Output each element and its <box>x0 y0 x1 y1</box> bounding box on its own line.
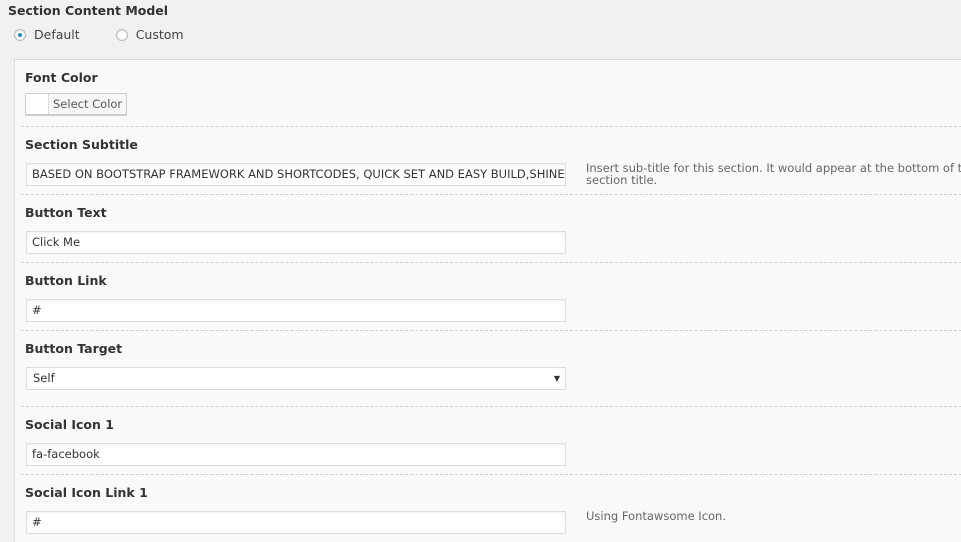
field-section-subtitle: Section Subtitle BASED ON BOOTSTRAP FRAM… <box>21 127 961 195</box>
field-button-target: Button Target Self ▼ <box>21 331 961 407</box>
select-color-label: Select Color <box>53 97 123 111</box>
section-subtitle-help-line-2: section title. <box>586 173 658 187</box>
field-button-text: Button Text Click Me <box>21 195 961 263</box>
radio-default-label: Default <box>34 27 80 42</box>
social-icon-1-input[interactable]: fa-facebook <box>26 443 566 466</box>
button-target-select[interactable]: Self ▼ <box>26 367 566 390</box>
color-swatch <box>26 94 49 114</box>
font-color-label: Font Color <box>25 70 98 85</box>
social-icon-link-1-label: Social Icon Link 1 <box>25 485 148 500</box>
field-button-link: Button Link # <box>21 263 961 331</box>
button-text-input[interactable]: Click Me <box>26 231 566 254</box>
button-text-label: Button Text <box>25 205 107 220</box>
social-icon-1-label: Social Icon 1 <box>25 417 114 432</box>
radio-custom[interactable]: Custom <box>115 27 184 42</box>
dropdown-arrow-icon: ▼ <box>553 374 560 383</box>
content-model-radio-group: Default Custom <box>14 27 220 42</box>
section-subtitle-help: Insert sub-title for this section. It wo… <box>586 162 961 186</box>
field-font-color: Font Color Select Color <box>21 60 961 127</box>
section-content-model-title: Section Content Model <box>8 3 169 18</box>
radio-custom-label: Custom <box>135 27 184 42</box>
default-settings-panel: Font Color Select Color Section Subtitle… <box>14 59 961 542</box>
section-subtitle-input[interactable]: BASED ON BOOTSTRAP FRAMEWORK AND SHORTCO… <box>26 163 566 186</box>
social-icon-link-1-help: Using Fontawsome Icon. <box>586 509 726 523</box>
button-link-label: Button Link <box>25 273 107 288</box>
button-target-label: Button Target <box>25 341 123 356</box>
field-social-icon-1: Social Icon 1 fa-facebook <box>21 407 961 475</box>
select-color-button[interactable]: Select Color <box>25 93 128 115</box>
section-subtitle-label: Section Subtitle <box>25 137 138 152</box>
social-icon-link-1-input[interactable]: # <box>26 511 566 534</box>
button-target-selected: Self <box>33 371 55 385</box>
field-social-icon-link-1: Social Icon Link 1 # Using Fontawsome Ic… <box>21 475 961 542</box>
section-content-model-settings: Section Content Model Default Custom Fon… <box>0 0 961 542</box>
radio-custom-indicator[interactable] <box>115 28 128 41</box>
radio-default-indicator[interactable] <box>14 28 26 41</box>
radio-default[interactable]: Default <box>14 27 80 42</box>
button-link-input[interactable]: # <box>26 299 566 322</box>
